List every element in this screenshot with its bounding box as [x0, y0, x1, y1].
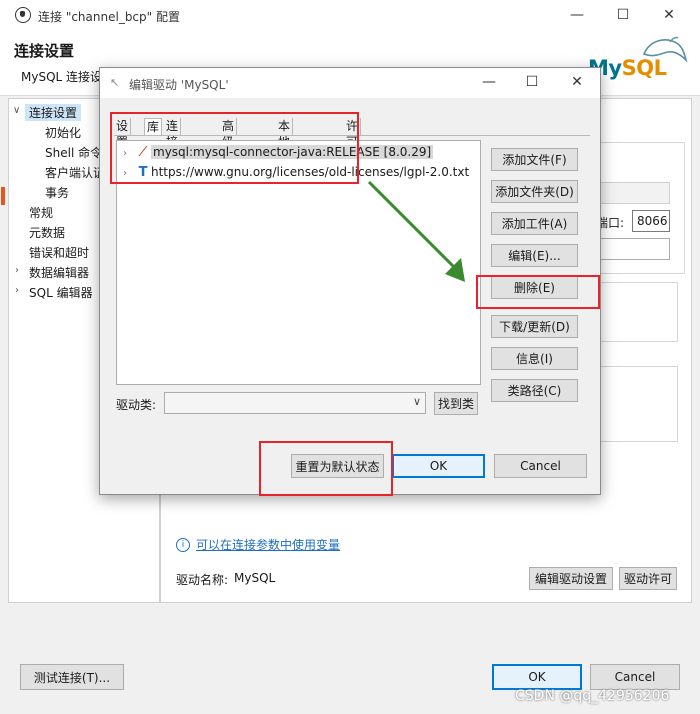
- tab-libraries[interactable]: 库: [144, 118, 163, 136]
- add-artifact-button[interactable]: 添加工件(A): [491, 212, 578, 235]
- dialog-close-icon[interactable]: ✕: [566, 73, 588, 91]
- auth-group: [598, 282, 678, 342]
- maximize-icon[interactable]: ☐: [612, 6, 634, 24]
- tree-item-client-auth[interactable]: 客户端认证: [45, 164, 105, 181]
- minimize-icon[interactable]: —: [566, 6, 588, 24]
- chevron-down-icon[interactable]: ∨: [13, 105, 20, 116]
- delete-library-button[interactable]: 删除(E): [491, 276, 578, 299]
- close-icon[interactable]: ✕: [658, 6, 680, 24]
- find-class-button[interactable]: 找到类: [434, 392, 478, 415]
- selection-marker: [1, 187, 5, 205]
- dialog-maximize-icon[interactable]: ☐: [521, 73, 543, 91]
- mysql-logo: MySQL: [588, 34, 688, 82]
- dialog-title: 编辑驱动 'MySQL': [129, 78, 229, 92]
- chevron-right-icon[interactable]: ›: [123, 145, 135, 163]
- tab-license[interactable]: 许可: [344, 118, 362, 149]
- tab-divider: [114, 135, 590, 136]
- edit-library-button[interactable]: 编辑(E)...: [491, 244, 578, 267]
- edit-driver-dialog: ↖ 编辑驱动 'MySQL' — ☐ ✕ 设置 库 连接属性 高级参数 本地客户…: [99, 67, 601, 495]
- chevron-right-icon[interactable]: ›: [15, 285, 19, 296]
- main-window-title: 连接 "channel_bcp" 配置: [38, 10, 180, 24]
- driver-name-label: 驱动名称:: [176, 573, 229, 587]
- info-button[interactable]: 信息(I): [491, 347, 578, 370]
- list-item[interactable]: › ⁄ mysql:mysql-connector-java:RELEASE [8.…: [123, 143, 434, 163]
- edit-driver-settings-button[interactable]: 编辑驱动设置: [529, 567, 613, 590]
- tab-settings[interactable]: 设置: [114, 118, 132, 149]
- tree-item-connection-settings[interactable]: 连接设置: [25, 104, 82, 121]
- chevron-down-icon[interactable]: ∨: [413, 395, 421, 408]
- tree-item-init[interactable]: 初始化: [45, 124, 81, 141]
- driver-name-value: MySQL: [234, 571, 276, 585]
- dialog-titlebar: ↖ 编辑驱动 'MySQL' — ☐ ✕: [100, 68, 600, 98]
- tab-advanced-parameters[interactable]: 高级参数: [220, 118, 238, 181]
- tree-item-metadata[interactable]: 元数据: [29, 224, 65, 241]
- list-item[interactable]: › Thttps://www.gnu.org/licenses/old-licen…: [123, 163, 469, 181]
- port-input[interactable]: 8066: [632, 210, 670, 232]
- page-title: 连接设置: [14, 42, 75, 60]
- advanced-group: [598, 366, 678, 442]
- main-cancel-button[interactable]: Cancel: [590, 664, 680, 690]
- driver-icon: ↖: [110, 76, 120, 89]
- tree-item-sql-editor[interactable]: SQL 编辑器: [29, 284, 93, 301]
- tab-native-client[interactable]: 本地客户端: [276, 118, 294, 197]
- main-titlebar: 连接 "channel_bcp" 配置 — ☐ ✕: [0, 0, 700, 32]
- host-field[interactable]: [590, 182, 670, 204]
- dialog-ok-button[interactable]: OK: [392, 454, 485, 478]
- driver-license-button[interactable]: 驱动许可: [619, 567, 677, 590]
- tab-connection-properties[interactable]: 连接属性: [164, 118, 182, 181]
- variables-link[interactable]: 可以在连接参数中使用变量: [196, 538, 340, 552]
- database-field[interactable]: [590, 238, 670, 260]
- page-subtitle: MySQL 连接设: [21, 70, 103, 84]
- classpath-button[interactable]: 类路径(C): [491, 379, 578, 402]
- library-label: https://www.gnu.org/licenses/old-license…: [151, 165, 470, 179]
- driver-class-label: 驱动类:: [116, 398, 157, 412]
- tree-item-general[interactable]: 常规: [29, 204, 53, 221]
- dialog-cancel-button[interactable]: Cancel: [494, 454, 587, 478]
- tree-item-transactions[interactable]: 事务: [45, 184, 69, 201]
- add-file-button[interactable]: 添加文件(F): [491, 148, 578, 171]
- library-list[interactable]: › ⁄ mysql:mysql-connector-java:RELEASE [8.…: [116, 140, 481, 385]
- driver-class-select[interactable]: ∨: [164, 392, 426, 414]
- dialog-minimize-icon[interactable]: —: [478, 73, 500, 91]
- dbeaver-app-icon: [15, 7, 31, 23]
- reset-default-button[interactable]: 重置为默认状态: [291, 454, 384, 478]
- main-ok-button[interactable]: OK: [492, 664, 582, 690]
- chevron-right-icon[interactable]: ›: [15, 265, 19, 276]
- library-label: mysql:mysql-connector-java:RELEASE [8.0.…: [151, 145, 434, 159]
- tree-item-shell-commands[interactable]: Shell 命令: [45, 144, 102, 161]
- add-folder-button[interactable]: 添加文件夹(D): [491, 180, 578, 203]
- tree-item-errors-timeouts[interactable]: 错误和超时: [29, 244, 89, 261]
- download-update-button[interactable]: 下载/更新(D): [491, 315, 578, 338]
- test-connection-button[interactable]: 测试连接(T)...: [20, 664, 124, 690]
- watermark: CSDN @qq_42956206: [515, 688, 670, 704]
- tree-item-data-editor[interactable]: 数据编辑器: [29, 264, 89, 281]
- chevron-right-icon[interactable]: ›: [123, 165, 135, 183]
- info-icon: i: [176, 537, 190, 552]
- variables-hint: i 可以在连接参数中使用变量: [176, 536, 340, 553]
- text-file-icon: T: [138, 165, 148, 180]
- maven-feather-icon: ⁄: [141, 145, 145, 160]
